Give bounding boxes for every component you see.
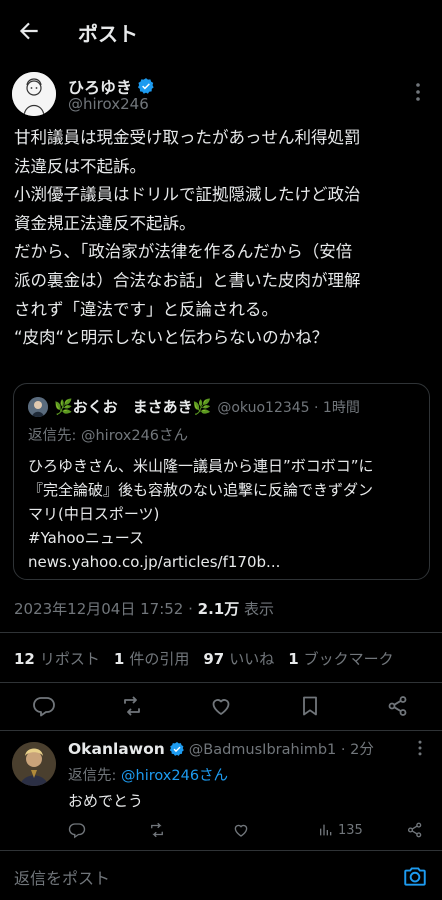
views-count: 2.1万 xyxy=(197,600,240,618)
divider xyxy=(0,632,442,633)
reply-repost-button[interactable] xyxy=(148,820,166,840)
reposts-stat[interactable]: 12 リポスト xyxy=(14,648,100,669)
verified-badge-icon xyxy=(169,741,184,756)
reply-composer[interactable]: 返信をポスト xyxy=(0,850,442,900)
share-icon[interactable] xyxy=(386,694,410,718)
reply-like-button[interactable] xyxy=(232,820,250,840)
reply-to-link[interactable]: @hirox246さん xyxy=(121,768,228,784)
repost-icon[interactable] xyxy=(120,694,144,718)
post-text: 甘利議員は現金受け取ったがあっせん利得処罰 法違反は不起訴。 小渕優子議員はドリ… xyxy=(14,128,361,348)
views-label: 表示 xyxy=(239,600,275,618)
post-stats: 12 リポスト 1 件の引用 97 いいね 1 ブックマーク xyxy=(14,648,394,669)
avatar[interactable] xyxy=(12,72,56,116)
views-icon xyxy=(320,824,332,836)
divider xyxy=(0,682,442,683)
top-bar: ポスト xyxy=(0,0,442,62)
post-timestamp: 2023年12月04日 17:52 · 2.1万 表示 xyxy=(14,598,274,619)
bookmarks-stat[interactable]: 1 ブックマーク xyxy=(288,648,393,669)
quote-author-name: 🌿おくお まさあき🌿 xyxy=(54,398,212,416)
like-icon xyxy=(234,824,248,837)
reply-avatar[interactable] xyxy=(12,742,56,786)
reply-icon[interactable] xyxy=(32,694,56,718)
like-icon[interactable] xyxy=(209,694,233,718)
post-author: ひろゆき @hirox246 xyxy=(12,72,430,118)
reply-post[interactable]: Okanlawon @BadmusIbrahimb1 · 2分 返信先: @hi… xyxy=(12,738,430,848)
share-icon xyxy=(407,822,422,838)
more-icon[interactable] xyxy=(406,80,430,104)
reply-text: おめでとう xyxy=(68,792,144,810)
divider xyxy=(0,730,442,731)
reply-author-name[interactable]: Okanlawon xyxy=(68,740,165,758)
reply-meta: @BadmusIbrahimb1 · 2分 xyxy=(188,742,374,758)
verified-badge-icon xyxy=(137,78,154,94)
reply-reply-button[interactable] xyxy=(68,820,86,840)
more-icon[interactable] xyxy=(410,738,430,758)
quotes-stat[interactable]: 1 件の引用 xyxy=(114,648,189,669)
bookmark-icon[interactable] xyxy=(298,694,322,718)
quote-meta: @okuo12345 · 1時間 xyxy=(217,399,360,416)
reply-views-count: 135 xyxy=(338,822,363,838)
reply-actions: 135 xyxy=(68,820,430,842)
quoted-post[interactable]: 🌿おくお まさあき🌿 @okuo12345 · 1時間 返信先: @hirox2… xyxy=(13,383,430,580)
quote-avatar xyxy=(28,396,48,417)
back-arrow-icon[interactable] xyxy=(16,18,42,44)
reply-input-placeholder[interactable]: 返信をポスト xyxy=(14,865,110,889)
reply-to-line: 返信先: @hirox246さん xyxy=(68,768,229,784)
reply-share-button[interactable] xyxy=(406,820,424,840)
likes-stat[interactable]: 97 いいね xyxy=(203,648,274,669)
page-title: ポスト xyxy=(78,22,138,46)
repost-icon xyxy=(151,822,163,838)
reply-icon xyxy=(68,823,86,839)
quote-text: ひろゆきさん、米山隆一議員から連日”ボコボコ”に 『完全論破』後も容赦のない追撃… xyxy=(28,457,374,571)
camera-icon[interactable] xyxy=(402,863,428,889)
author-handle[interactable]: @hirox246 xyxy=(68,95,149,113)
reply-views-button[interactable]: 135 xyxy=(318,820,363,840)
quote-reply-to: 返信先: @hirox246さん xyxy=(28,428,189,444)
timestamp-text: 2023年12月04日 17:52 · xyxy=(14,600,198,618)
post-actions xyxy=(0,690,442,724)
